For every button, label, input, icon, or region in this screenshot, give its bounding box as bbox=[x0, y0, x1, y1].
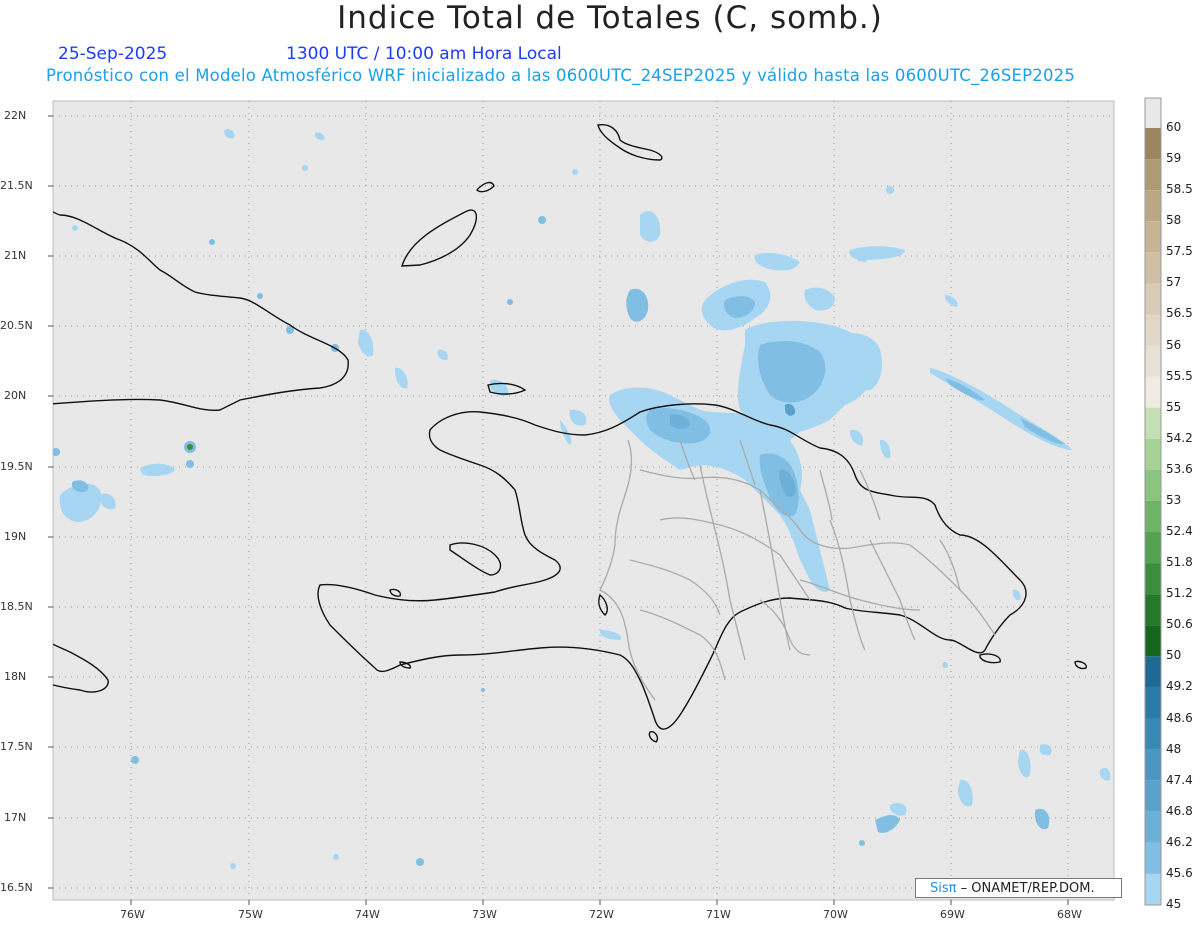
lon-label: 75W bbox=[238, 908, 263, 921]
colorbar-swatch bbox=[1145, 190, 1161, 222]
colorbar-swatch bbox=[1145, 873, 1161, 905]
lat-label: 16.5N bbox=[0, 881, 33, 894]
sispi-logo: Sisπ bbox=[930, 881, 957, 896]
colorbar-swatch bbox=[1145, 594, 1161, 626]
colorbar-swatch bbox=[1145, 563, 1161, 595]
lat-label: 21.5N bbox=[0, 179, 33, 192]
colorbar-swatch bbox=[1145, 252, 1161, 284]
lon-label: 72W bbox=[589, 908, 614, 921]
colorbar-swatch bbox=[1145, 98, 1161, 128]
colorbar-swatch bbox=[1145, 345, 1161, 377]
colorbar bbox=[1144, 97, 1162, 906]
colorbar-label: 59 bbox=[1166, 151, 1182, 166]
lon-label: 76W bbox=[120, 908, 145, 921]
lat-label: 17.5N bbox=[0, 740, 33, 753]
map-plot-area bbox=[52, 100, 1115, 901]
colorbar-swatch bbox=[1145, 438, 1161, 470]
colorbar-label: 51.2 bbox=[1166, 586, 1193, 601]
colorbar-label: 53 bbox=[1166, 492, 1182, 507]
lat-label: 20.5N bbox=[0, 319, 33, 332]
colorbar-swatch bbox=[1145, 842, 1161, 874]
colorbar-label: 48.6 bbox=[1166, 710, 1193, 725]
colorbar-label: 56 bbox=[1166, 337, 1182, 352]
map-figure bbox=[48, 97, 1162, 906]
credit-box: Sisπ – ONAMET/REP.DOM. bbox=[915, 878, 1122, 898]
colorbar-label: 48 bbox=[1166, 741, 1182, 756]
lat-label: 19.5N bbox=[0, 460, 33, 473]
lat-label: 22N bbox=[4, 109, 27, 122]
lat-label: 19N bbox=[4, 530, 27, 543]
colorbar-label: 58.5 bbox=[1166, 182, 1193, 197]
lat-label: 18.5N bbox=[0, 600, 33, 613]
colorbar-label: 51.8 bbox=[1166, 555, 1193, 570]
colorbar-label: 53.6 bbox=[1166, 461, 1193, 476]
colorbar-label: 54.2 bbox=[1166, 430, 1193, 445]
colorbar-swatch bbox=[1145, 532, 1161, 564]
colorbar-label: 45 bbox=[1166, 897, 1182, 911]
colorbar-label: 45.6 bbox=[1166, 865, 1193, 880]
colorbar-label: 60 bbox=[1166, 120, 1182, 134]
colorbar-label: 55.5 bbox=[1166, 368, 1193, 383]
colorbar-label: 55 bbox=[1166, 399, 1182, 414]
lon-label: 70W bbox=[823, 908, 848, 921]
colorbar-swatch bbox=[1145, 376, 1161, 408]
colorbar-label: 50 bbox=[1166, 648, 1182, 663]
lat-label: 21N bbox=[4, 249, 27, 262]
colorbar-swatch bbox=[1145, 159, 1161, 191]
colorbar-label: 56.5 bbox=[1166, 306, 1193, 321]
lon-label: 69W bbox=[940, 908, 965, 921]
lat-label: 18N bbox=[4, 670, 27, 683]
colorbar-swatch bbox=[1145, 407, 1161, 439]
colorbar-label: 58 bbox=[1166, 213, 1182, 228]
colorbar-swatch bbox=[1145, 749, 1161, 781]
colorbar-swatch bbox=[1145, 687, 1161, 719]
lon-label: 74W bbox=[355, 908, 380, 921]
colorbar-label: 50.6 bbox=[1166, 617, 1193, 632]
colorbar-label: 49.2 bbox=[1166, 679, 1193, 694]
colorbar-swatch bbox=[1145, 625, 1161, 657]
lon-label: 68W bbox=[1057, 908, 1082, 921]
colorbar-swatch bbox=[1145, 314, 1161, 346]
lon-label: 71W bbox=[706, 908, 731, 921]
lat-label: 17N bbox=[4, 811, 27, 824]
colorbar-swatch bbox=[1145, 221, 1161, 253]
colorbar-swatch bbox=[1145, 283, 1161, 315]
lat-label: 20N bbox=[4, 389, 27, 402]
credit-text: – ONAMET/REP.DOM. bbox=[960, 881, 1095, 896]
colorbar-label: 52.4 bbox=[1166, 524, 1193, 539]
lon-label: 73W bbox=[472, 908, 497, 921]
colorbar-swatch bbox=[1145, 718, 1161, 750]
colorbar-swatch bbox=[1145, 780, 1161, 812]
colorbar-label: 46.8 bbox=[1166, 803, 1193, 818]
colorbar-swatch bbox=[1145, 811, 1161, 843]
colorbar-swatch bbox=[1145, 500, 1161, 533]
colorbar-label: 57.5 bbox=[1166, 244, 1193, 259]
colorbar-swatch bbox=[1145, 469, 1161, 501]
colorbar-label: 47.4 bbox=[1166, 772, 1193, 787]
colorbar-swatch bbox=[1145, 656, 1161, 688]
colorbar-label: 46.2 bbox=[1166, 834, 1193, 849]
colorbar-label: 57 bbox=[1166, 275, 1182, 290]
colorbar-swatch bbox=[1145, 128, 1161, 160]
